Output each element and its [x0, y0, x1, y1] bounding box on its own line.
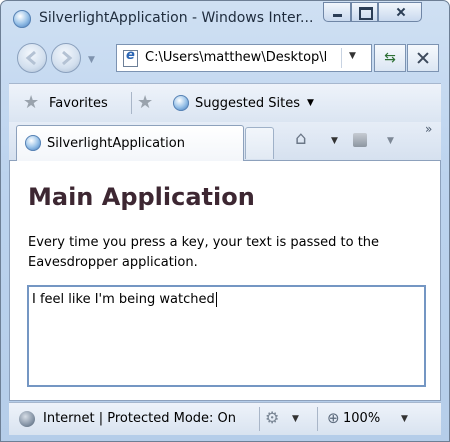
minimize-button[interactable]: [323, 2, 351, 22]
close-button[interactable]: [378, 2, 422, 22]
favorites-star-icon[interactable]: ★: [23, 94, 39, 112]
rss-feed-icon[interactable]: [353, 133, 367, 147]
refresh-icon: ⇆: [384, 50, 396, 66]
message-textbox[interactable]: I feel like I'm being watched: [27, 285, 426, 387]
page-title: Main Application: [28, 183, 255, 211]
suggested-sites-button[interactable]: Suggested Sites: [195, 96, 300, 111]
globe-icon: [19, 411, 35, 427]
address-divider: [341, 48, 342, 68]
suggested-sites-dropdown-icon[interactable]: ▼: [307, 98, 314, 108]
tab-bar: SilverlightApplication ⌂ ▼ ▼ »: [9, 122, 441, 161]
window-title: SilverlightApplication - Windows Inter..…: [39, 10, 314, 26]
magnifier-icon: ⊕: [327, 409, 340, 427]
status-divider: [259, 407, 260, 431]
recent-pages-dropdown[interactable]: ▼: [88, 55, 95, 65]
page-icon: [123, 48, 138, 67]
feeds-dropdown-icon[interactable]: ▼: [387, 136, 394, 146]
page-description: Every time you press a key, your text is…: [28, 235, 380, 270]
tab-label: SilverlightApplication: [47, 136, 185, 151]
maximize-button[interactable]: [351, 2, 378, 22]
status-bar: Internet | Protected Mode: On ⚙ ▼ ⊕ 100%…: [9, 402, 441, 435]
tab-ie-icon: [25, 135, 41, 151]
page-content: Main Application Every time you press a …: [9, 161, 441, 401]
navigation-bar: ▼ C:\Users\matthew\Desktop\l ▼ ⇆: [1, 37, 449, 81]
status-divider: [317, 407, 318, 431]
refresh-button[interactable]: ⇆: [374, 44, 406, 72]
suggested-sites-icon: [173, 95, 189, 111]
address-dropdown-icon[interactable]: ▼: [349, 51, 356, 61]
security-zone-text[interactable]: Internet | Protected Mode: On: [43, 411, 236, 426]
add-favorite-icon[interactable]: ★: [137, 94, 153, 112]
title-bar[interactable]: SilverlightApplication - Windows Inter..…: [1, 1, 449, 37]
protected-mode-dropdown-icon[interactable]: ▼: [292, 414, 299, 424]
more-tools-chevron-icon[interactable]: »: [425, 122, 432, 136]
forward-button[interactable]: [51, 43, 81, 73]
home-dropdown-icon[interactable]: ▼: [331, 136, 338, 146]
back-arrow-icon: [25, 50, 36, 66]
address-input[interactable]: C:\Users\matthew\Desktop\l: [145, 50, 343, 65]
stop-button[interactable]: [407, 44, 439, 72]
address-bar[interactable]: C:\Users\matthew\Desktop\l ▼: [116, 44, 372, 72]
tab-silverlightapplication[interactable]: SilverlightApplication: [16, 125, 244, 161]
protected-mode-icon[interactable]: ⚙: [265, 409, 279, 427]
textbox-value: I feel like I'm being watched: [32, 292, 217, 307]
ie-app-icon: [13, 10, 31, 28]
favorites-button[interactable]: Favorites: [49, 96, 108, 111]
browser-window: SilverlightApplication - Windows Inter..…: [0, 0, 450, 442]
favorites-bar: ★ Favorites ★ Suggested Sites ▼: [9, 83, 441, 122]
zoom-level[interactable]: 100%: [343, 411, 380, 426]
zoom-dropdown-icon[interactable]: ▼: [401, 414, 408, 424]
favorites-divider: [131, 92, 132, 114]
home-icon[interactable]: ⌂: [295, 130, 306, 148]
forward-arrow-icon: [62, 50, 73, 66]
new-tab-button[interactable]: [245, 127, 274, 159]
back-button[interactable]: [17, 43, 47, 73]
